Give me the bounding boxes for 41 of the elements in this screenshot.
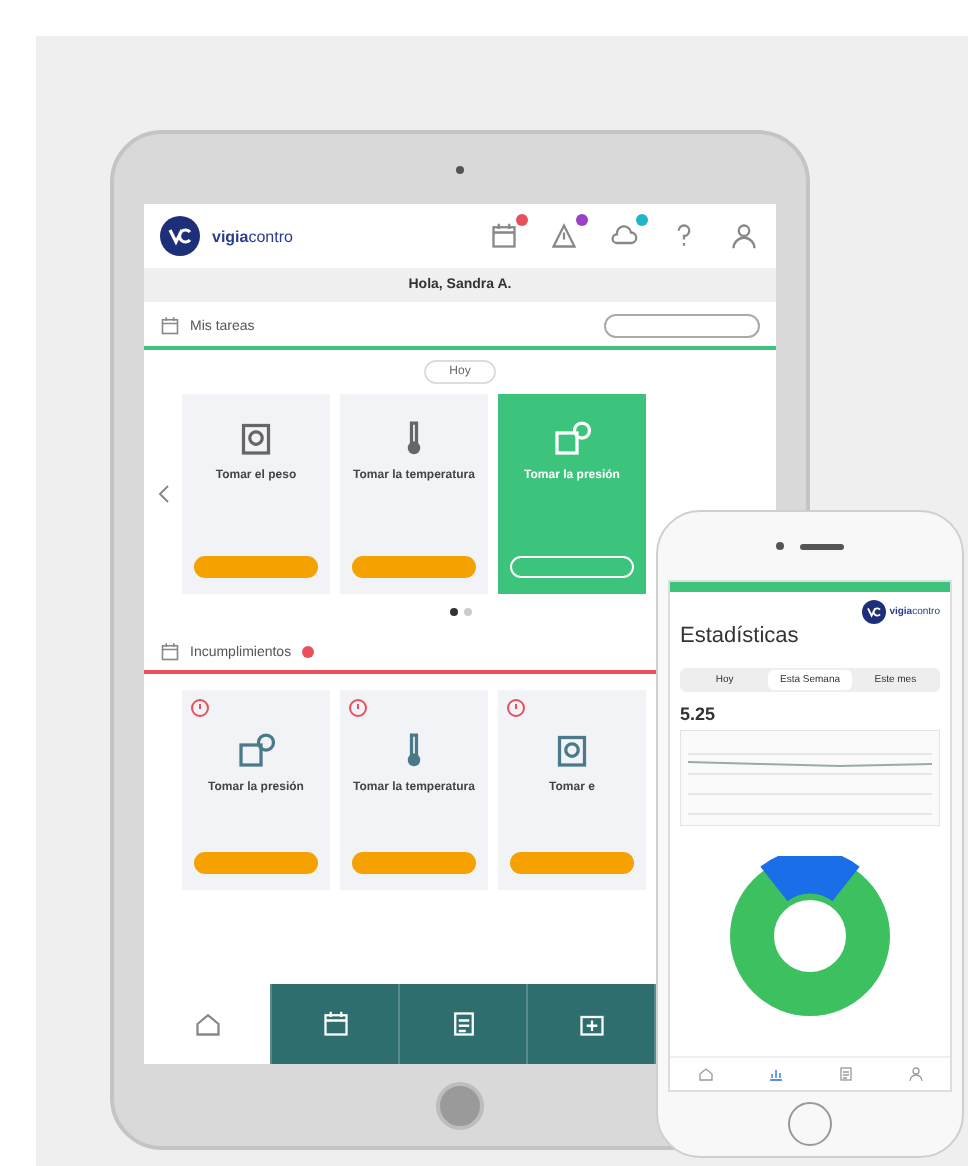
page-dot[interactable]	[449, 608, 457, 616]
document-icon	[449, 1010, 477, 1038]
nav-tab[interactable]	[272, 984, 400, 1064]
home-icon	[697, 1066, 713, 1082]
document-icon	[837, 1066, 853, 1082]
nav-tab[interactable]	[528, 984, 656, 1064]
logo-icon	[160, 216, 200, 256]
user-icon	[907, 1066, 923, 1082]
cloud-icon	[610, 222, 638, 250]
medical-kit-icon	[577, 1010, 605, 1038]
speaker-grille	[800, 543, 844, 549]
home-button[interactable]	[788, 1102, 832, 1146]
action-button[interactable]	[352, 852, 476, 874]
logo-text: vigiacontro	[212, 227, 293, 245]
action-button[interactable]	[194, 852, 318, 874]
home-icon	[193, 1010, 221, 1038]
calendar-icon	[160, 316, 180, 336]
chevron-left-icon[interactable]	[156, 484, 172, 504]
action-button[interactable]	[352, 556, 476, 578]
stat-value: 5.25	[678, 704, 718, 724]
calendar-icon	[490, 222, 518, 250]
screen-title: Estadísticas	[680, 624, 799, 648]
camera-dot	[776, 542, 784, 550]
alert-dot	[301, 646, 314, 658]
chart-icon	[767, 1066, 783, 1082]
nav-tab[interactable]	[400, 984, 528, 1064]
logo-icon	[861, 600, 886, 624]
action-button[interactable]	[194, 556, 318, 578]
action-button[interactable]	[510, 556, 634, 578]
calendar-icon	[321, 1010, 349, 1038]
alert-icon	[190, 698, 210, 718]
home-button[interactable]	[436, 1081, 484, 1129]
warning-icon	[550, 222, 578, 250]
calendar-button[interactable]	[604, 314, 760, 338]
page-dot[interactable]	[463, 608, 471, 616]
calendar-icon	[160, 642, 180, 662]
action-button[interactable]	[510, 852, 634, 874]
user-icon	[730, 222, 758, 250]
camera-dot	[456, 165, 464, 173]
alert-icon	[348, 698, 368, 718]
alert-icon	[506, 698, 526, 718]
